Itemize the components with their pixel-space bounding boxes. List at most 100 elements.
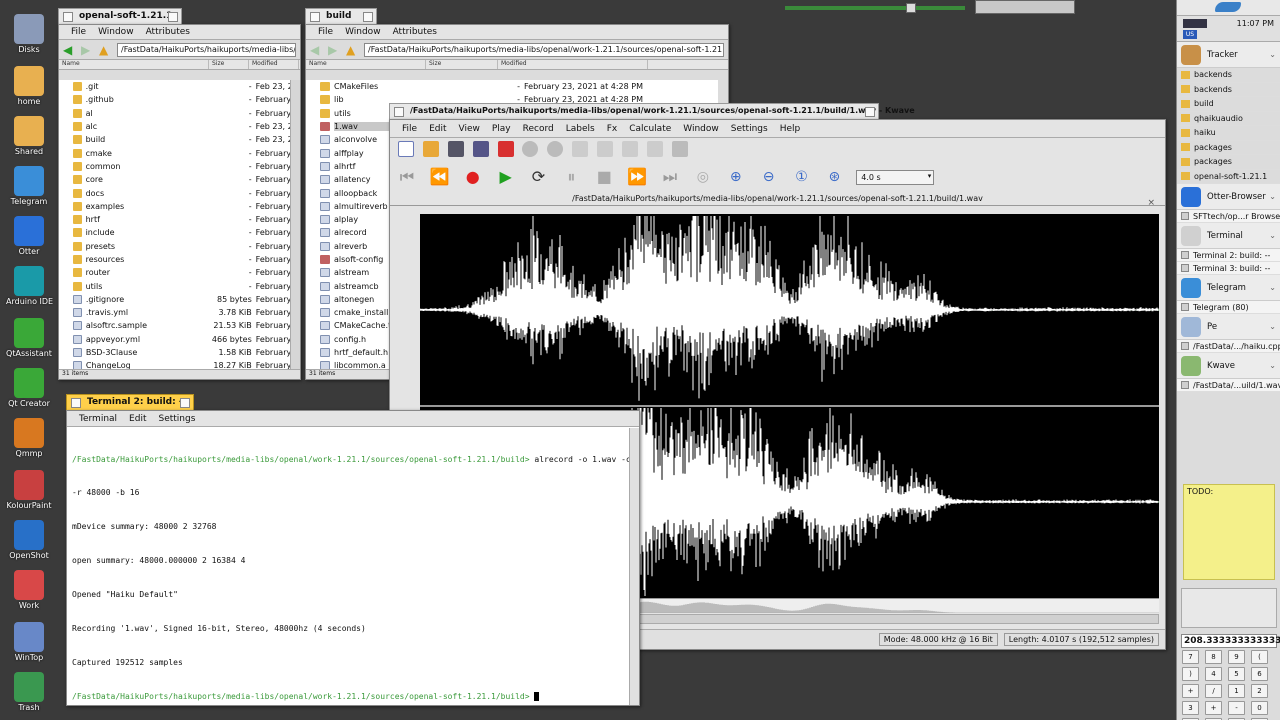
deskbar-app[interactable]: Terminal ⌄ [1177,223,1280,249]
calc-key[interactable]: ) [1182,667,1199,681]
file-row[interactable]: al - February [59,107,290,120]
new-file-icon[interactable] [398,141,414,157]
menu-attributes[interactable]: Attributes [140,27,196,37]
file-row[interactable]: .git -Feb 23, 2021 [59,80,290,93]
calc-key[interactable]: + [1205,701,1222,715]
desktop-icon-wintop[interactable]: WinTop [6,622,52,662]
file-row[interactable]: utils - February [59,279,290,292]
menu-settings[interactable]: Settings [725,124,774,134]
calc-key[interactable]: 5 [1228,667,1245,681]
calc-key[interactable]: 0 [1251,701,1268,715]
desktop-icon-shared[interactable]: Shared [6,116,52,156]
desktop-icon-home[interactable]: home [6,66,52,106]
file-row[interactable]: .github - February [59,93,290,106]
menu-file[interactable]: File [65,27,92,37]
deskbar-logo[interactable] [1177,0,1280,16]
rewind-start-icon[interactable]: ⏮ [396,166,418,188]
deskbar-window[interactable]: SFTtech/op...r Browser [1177,210,1280,223]
kwave-tab[interactable]: /FastData/HaikuPorts/haikuports/media-li… [389,103,915,119]
file-row[interactable]: CMakeFiles - February 23, 2021 at 4:28 PM [306,80,718,93]
deskbar-window[interactable]: /FastData/...uild/1.wav [1177,379,1280,392]
file-row[interactable]: docs - February [59,186,290,199]
file-row[interactable]: .travis.yml 3.78 KiB February [59,306,290,319]
desktop-icon-trash[interactable]: Trash [6,672,52,712]
zoom-all-icon[interactable]: ⊛ [823,166,845,188]
deskbar-window[interactable]: Terminal 3: build: -- [1177,262,1280,275]
menu-record[interactable]: Record [517,124,560,134]
delete-icon[interactable] [671,141,688,157]
top-volume-slider[interactable] [785,6,965,10]
deskbar-window[interactable]: Terminal 2: build: -- [1177,249,1280,262]
tracker1-tab[interactable]: openal-soft-1.21.1 [58,8,182,24]
menu-window[interactable]: Window [339,27,387,37]
file-row[interactable]: common - February [59,160,290,173]
close-file-icon[interactable] [497,141,514,157]
cut-icon[interactable] [572,141,589,157]
desktop-icon-openshot[interactable]: OpenShot [6,520,52,560]
terminal-tab[interactable]: Terminal 2: build: -- [66,394,194,410]
calc-key[interactable]: 3 [1182,701,1199,715]
calc-key[interactable]: 4 [1205,667,1222,681]
stop-icon[interactable]: ■ [593,166,615,188]
menu-window[interactable]: Window [92,27,140,37]
menu-edit[interactable]: Edit [123,414,152,424]
col-name[interactable]: Name [59,60,209,69]
volume-knob[interactable] [906,3,916,13]
deskbar-app[interactable]: Telegram ⌄ [1177,275,1280,301]
menu-labels[interactable]: Labels [560,124,601,134]
rewind-icon[interactable]: ⏪ [429,166,451,188]
file-row[interactable]: presets - February [59,240,290,253]
desktop-icon-otter[interactable]: Otter [6,216,52,256]
calc-key[interactable]: 8 [1205,650,1222,664]
calc-key[interactable]: 9 [1228,650,1245,664]
deskbar-window[interactable]: /FastData/.../haiku.cpp [1177,340,1280,353]
deskbar-folder[interactable]: backends [1177,68,1280,83]
calc-key[interactable]: + [1182,684,1199,698]
deskbar-folder[interactable]: openal-soft-1.21.1 [1177,170,1280,184]
deskbar-folder[interactable]: packages [1177,155,1280,170]
menu-window[interactable]: Window [677,124,725,134]
tracker2-path[interactable]: /FastData/HaikuPorts/haikuports/media-li… [364,42,724,57]
tracker1-scrollbar[interactable] [290,80,300,369]
zoom-in-icon[interactable]: ⊕ [725,166,747,188]
file-row[interactable]: alsoftrc.sample 21.53 KiB February [59,319,290,332]
calc-key[interactable]: 6 [1251,667,1268,681]
network-icon[interactable] [1183,19,1207,28]
desktop-icon-qmmp[interactable]: Qmmp [6,418,52,458]
save-as-icon[interactable] [472,141,489,157]
menu-edit[interactable]: Edit [423,124,452,134]
deskbar-app[interactable]: Otter-Browser ⌄ [1177,184,1280,210]
col-size[interactable]: Size [209,60,249,69]
redo-icon[interactable] [547,141,564,157]
deskbar-clock[interactable]: 11:07 PM [1237,19,1274,28]
zoom-icon[interactable] [180,398,190,408]
menu-help[interactable]: Help [774,124,807,134]
desktop-icon-work[interactable]: Work [6,570,52,610]
desktop-icon-arduino-ide[interactable]: Arduino IDE [6,266,53,306]
play-icon[interactable]: ▶ [495,166,517,188]
parent-folder-icon[interactable]: ▲ [99,44,113,56]
zoom-out-icon[interactable]: ⊖ [758,166,780,188]
menu-file[interactable]: File [312,27,339,37]
deskbar-app[interactable]: Pe ⌄ [1177,314,1280,340]
file-row[interactable]: .gitignore 85 bytes February [59,293,290,306]
forward-arrow-icon[interactable]: ▶ [81,44,95,56]
zoom-icon[interactable] [865,107,875,117]
parent-folder-icon[interactable]: ▲ [346,44,360,56]
menu-attributes[interactable]: Attributes [387,27,443,37]
tracker2-tab[interactable]: build [305,8,377,24]
menu-play[interactable]: Play [486,124,517,134]
zoom-select[interactable]: 4.0 s ▾ [856,169,935,185]
file-row[interactable]: alc -Feb 23, 2021 [59,120,290,133]
col-name[interactable]: Name [306,60,426,69]
deskbar-folder[interactable]: packages [1177,141,1280,155]
workspace-switcher[interactable] [975,0,1075,14]
desktop-icon-kolourpaint[interactable]: KolourPaint [6,470,52,510]
forward-icon[interactable]: ⏩ [626,166,648,188]
close-icon[interactable] [63,12,73,22]
file-row[interactable]: build -Feb 23, 2021 [59,133,290,146]
pause-icon[interactable]: ⏸ [560,166,582,188]
deskbar-folder[interactable]: haiku [1177,126,1280,141]
file-row[interactable]: core - February [59,173,290,186]
back-arrow-icon[interactable]: ◀ [63,44,77,56]
